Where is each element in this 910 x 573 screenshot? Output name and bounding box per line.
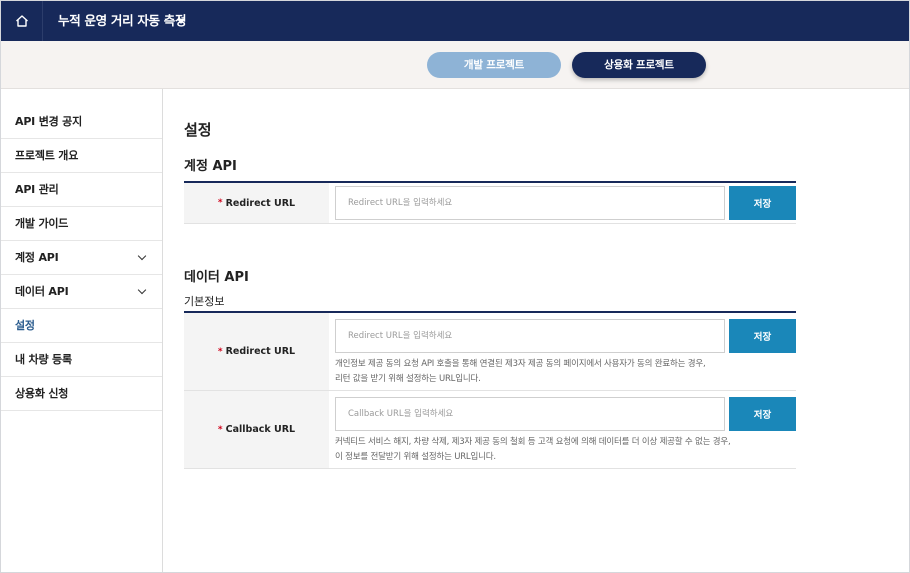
account-redirect-url-input[interactable]	[335, 186, 725, 220]
help-line: 리턴 값을 받기 위해 설정하는 URL입니다.	[335, 374, 481, 384]
prod-project-button[interactable]: 상용화 프로젝트	[572, 52, 706, 78]
page-title: 설정	[184, 121, 212, 139]
sidebar-item-label: API 변경 공지	[15, 115, 83, 128]
project-title[interactable]: 누적 운영 거리 자동 측정	[58, 1, 187, 41]
environment-bar: 개발 프로젝트 상용화 프로젝트	[1, 41, 909, 89]
sidebar-item-settings[interactable]: 설정	[1, 309, 162, 343]
data-api-title: 데이터 API	[184, 270, 249, 285]
help-line: 이 정보를 전달받기 위해 설정하는 URL입니다.	[335, 452, 496, 462]
chevron-down-icon	[137, 285, 147, 295]
field-label: * Redirect URL	[184, 313, 329, 390]
sidebar-item-label: API 관리	[15, 183, 59, 196]
required-mark: *	[217, 198, 223, 208]
account-redirect-save-button[interactable]: 저장	[729, 186, 796, 220]
sidebar-item-label: 프로젝트 개요	[15, 149, 79, 162]
sidebar-item-label: 내 차량 등록	[15, 353, 72, 366]
home-button[interactable]	[1, 1, 43, 41]
home-icon	[15, 15, 28, 27]
account-redirect-row: * Redirect URL 저장	[184, 183, 796, 224]
sidebar-item-label: 개발 가이드	[15, 217, 69, 230]
redirect-help-text: 개인정보 제공 동의 요청 API 호출을 통해 연결된 제3자 제공 동의 페…	[335, 357, 755, 387]
sidebar-item-label: 상용화 신청	[15, 387, 69, 400]
caret-down-icon[interactable]	[177, 19, 185, 24]
callback-url-input[interactable]	[335, 397, 725, 431]
field-label: * Redirect URL	[184, 183, 329, 223]
sidebar-item-api-management[interactable]: API 관리	[1, 173, 162, 207]
sidebar-item-api-notice[interactable]: API 변경 공지	[1, 105, 162, 139]
data-redirect-row: * Redirect URL 저장 개인정보 제공 동의 요청 API 호출을 …	[184, 313, 796, 391]
sidebar-item-register-vehicle[interactable]: 내 차량 등록	[1, 343, 162, 377]
sidebar-item-account-api[interactable]: 계정 API	[1, 241, 162, 275]
required-mark: *	[217, 346, 223, 357]
top-bar: 누적 운영 거리 자동 측정	[1, 1, 909, 41]
sidebar-item-label: 데이터 API	[15, 285, 69, 298]
sidebar-item-data-api[interactable]: 데이터 API	[1, 275, 162, 309]
required-mark: *	[217, 424, 223, 435]
field-label: * Callback URL	[184, 391, 329, 468]
basic-info-subtitle: 기본정보	[184, 295, 225, 308]
sidebar-item-commercial-apply[interactable]: 상용화 신청	[1, 377, 162, 411]
redirect-url-label: Redirect URL	[225, 346, 296, 357]
callback-help-text: 커넥티드 서비스 해지, 차량 삭제, 제3자 제공 동의 철회 등 고객 요청…	[335, 435, 755, 465]
chevron-down-icon	[137, 251, 147, 261]
data-redirect-url-input[interactable]	[335, 319, 725, 353]
callback-url-label: Callback URL	[225, 424, 296, 435]
account-api-title: 계정 API	[184, 159, 237, 174]
callback-save-button[interactable]: 저장	[729, 397, 796, 431]
help-line: 개인정보 제공 동의 요청 API 호출을 통해 연결된 제3자 제공 동의 페…	[335, 359, 706, 369]
help-line: 커넥티드 서비스 해지, 차량 삭제, 제3자 제공 동의 철회 등 고객 요청…	[335, 437, 731, 447]
dev-project-button[interactable]: 개발 프로젝트	[427, 52, 561, 78]
data-redirect-save-button[interactable]: 저장	[729, 319, 796, 353]
redirect-url-label: Redirect URL	[225, 197, 296, 209]
data-callback-row: * Callback URL 저장 커넥티드 서비스 해지, 차량 삭제, 제3…	[184, 391, 796, 469]
sidebar-item-label: 계정 API	[15, 251, 59, 264]
sidebar-item-project-overview[interactable]: 프로젝트 개요	[1, 139, 162, 173]
sidebar-item-dev-guide[interactable]: 개발 가이드	[1, 207, 162, 241]
sidebar-item-label: 설정	[15, 319, 35, 332]
app-frame: 누적 운영 거리 자동 측정 개발 프로젝트 상용화 프로젝트 API 변경 공…	[0, 0, 910, 573]
sidebar: API 변경 공지 프로젝트 개요 API 관리 개발 가이드 계정 API 데…	[1, 89, 163, 572]
